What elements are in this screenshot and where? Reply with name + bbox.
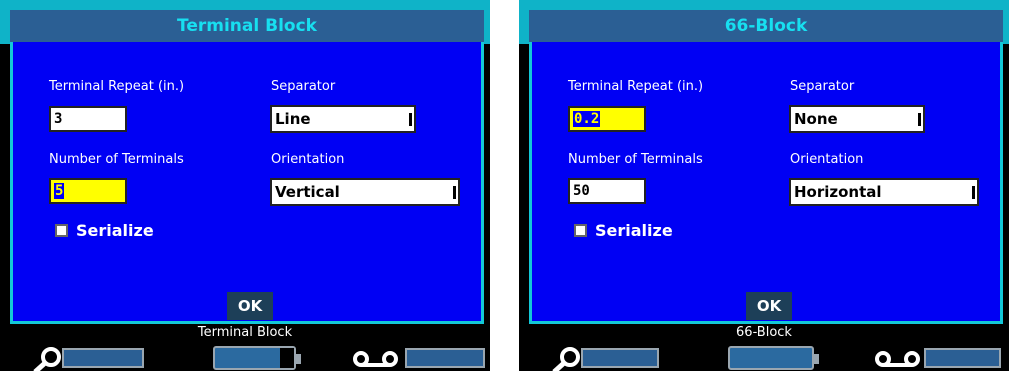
title-bar: 66-Block bbox=[519, 0, 1009, 44]
serialize-checkbox[interactable] bbox=[55, 224, 68, 237]
number-of-terminals-value: 50 bbox=[573, 183, 590, 199]
orientation-value: Vertical bbox=[275, 183, 340, 201]
label-gauge bbox=[62, 348, 144, 368]
dialog-title: 66-Block bbox=[529, 10, 1003, 42]
dialog-body: Terminal Repeat (in.) Separator 3 Line N… bbox=[10, 42, 484, 324]
status-label: Terminal Block bbox=[197, 325, 293, 340]
screen-terminal-block: Terminal Block Terminal Repeat (in.) Sep… bbox=[0, 0, 490, 372]
terminal-repeat-label: Terminal Repeat (in.) bbox=[49, 79, 185, 94]
tape-gauge bbox=[405, 348, 485, 368]
battery-icon bbox=[728, 346, 814, 370]
terminal-repeat-value: 0.2 bbox=[573, 111, 601, 127]
status-label: 66-Block bbox=[736, 325, 792, 340]
number-of-terminals-label: Number of Terminals bbox=[568, 152, 703, 167]
serialize-label: Serialize bbox=[595, 221, 673, 240]
terminal-repeat-input[interactable]: 0.2 bbox=[568, 106, 646, 132]
dialog-body: Terminal Repeat (in.) Separator 0.2 None… bbox=[529, 42, 1003, 324]
battery-icon bbox=[213, 346, 296, 370]
separator-value: Line bbox=[275, 110, 311, 128]
separator-label: Separator bbox=[790, 79, 855, 94]
number-of-terminals-label: Number of Terminals bbox=[49, 152, 184, 167]
serialize-row[interactable]: Serialize bbox=[55, 221, 154, 240]
terminal-repeat-input[interactable]: 3 bbox=[49, 106, 127, 132]
dialog-title: Terminal Block bbox=[10, 10, 484, 42]
number-of-terminals-input[interactable]: 5 bbox=[49, 178, 127, 204]
battery-tip bbox=[814, 354, 819, 364]
serialize-label: Serialize bbox=[76, 221, 154, 240]
orientation-value: Horizontal bbox=[794, 183, 882, 201]
serialize-row[interactable]: Serialize bbox=[574, 221, 673, 240]
status-bar bbox=[519, 342, 1009, 372]
orientation-select[interactable]: Vertical bbox=[270, 178, 460, 206]
orientation-select[interactable]: Horizontal bbox=[789, 178, 979, 206]
orientation-label: Orientation bbox=[271, 152, 345, 167]
title-bar: Terminal Block bbox=[0, 0, 490, 44]
search-magnifier-icon bbox=[33, 347, 61, 372]
terminal-repeat-label: Terminal Repeat (in.) bbox=[568, 79, 704, 94]
serialize-checkbox[interactable] bbox=[574, 224, 587, 237]
tape-gauge bbox=[924, 348, 1001, 368]
dropdown-indicator-icon bbox=[972, 186, 975, 199]
battery-tip bbox=[296, 354, 301, 364]
separator-select[interactable]: None bbox=[789, 105, 925, 133]
screen-66-block: 66-Block Terminal Repeat (in.) Separator… bbox=[519, 0, 1009, 372]
number-of-terminals-value: 5 bbox=[54, 183, 65, 199]
tape-reel-icon bbox=[875, 351, 920, 367]
orientation-label: Orientation bbox=[790, 152, 864, 167]
ok-button[interactable]: OK bbox=[746, 292, 792, 320]
dropdown-indicator-icon bbox=[409, 113, 412, 126]
dropdown-indicator-icon bbox=[453, 186, 456, 199]
dropdown-indicator-icon bbox=[918, 113, 921, 126]
search-magnifier-icon bbox=[552, 347, 580, 372]
label-gauge bbox=[581, 348, 659, 368]
ok-button[interactable]: OK bbox=[227, 292, 273, 320]
tape-reel-icon bbox=[353, 351, 398, 367]
number-of-terminals-input[interactable]: 50 bbox=[568, 178, 646, 204]
separator-value: None bbox=[794, 110, 838, 128]
separator-label: Separator bbox=[271, 79, 336, 94]
status-bar bbox=[0, 342, 490, 372]
terminal-repeat-value: 3 bbox=[54, 111, 63, 127]
separator-select[interactable]: Line bbox=[270, 105, 416, 133]
